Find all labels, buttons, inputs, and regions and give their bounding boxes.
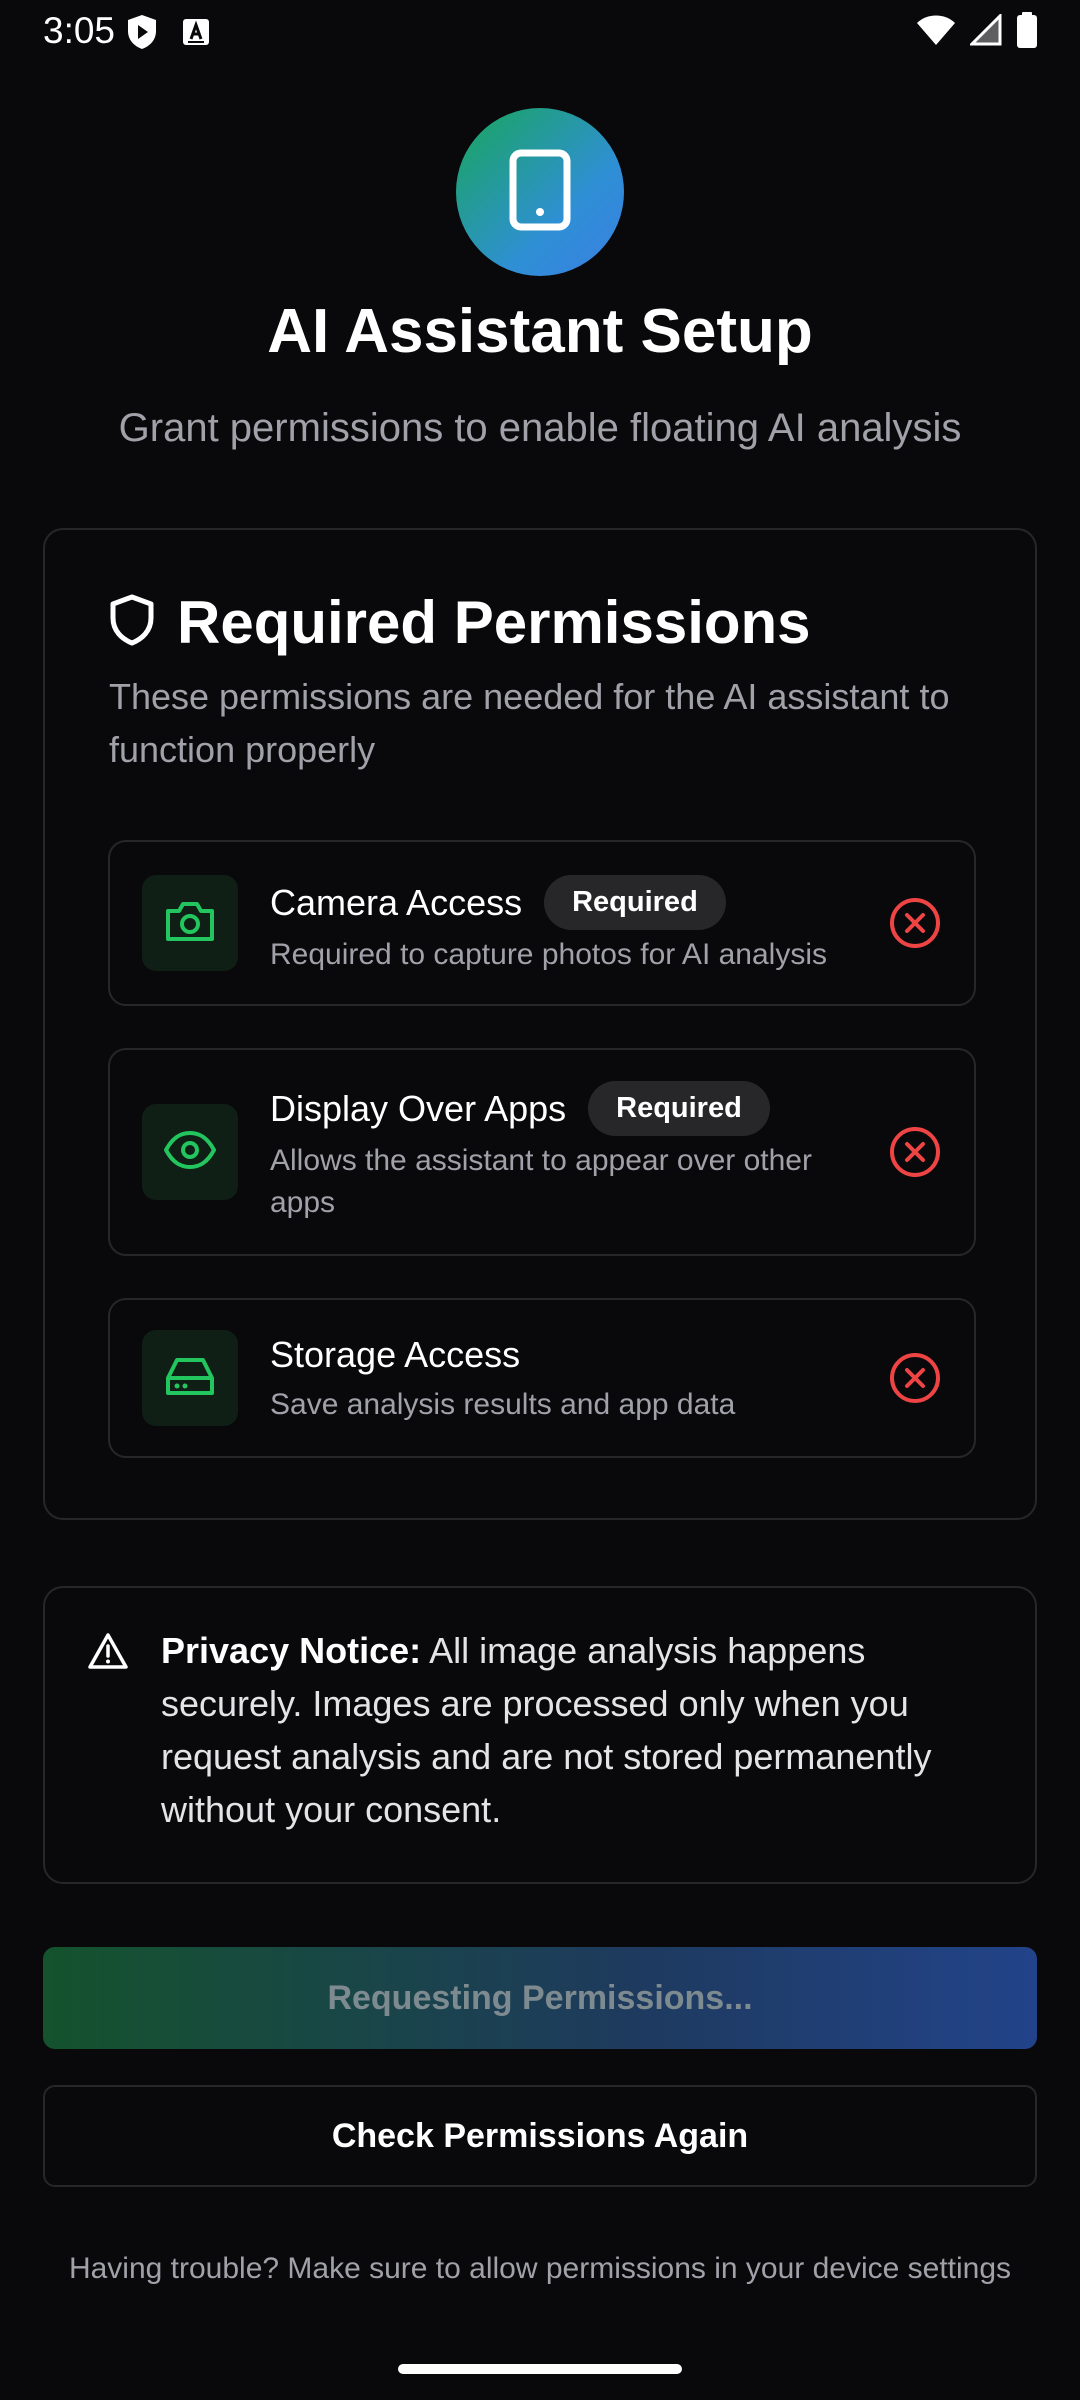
permission-icon-box	[142, 875, 238, 971]
camera-icon	[164, 899, 216, 948]
app-logo	[456, 108, 624, 276]
home-indicator[interactable]	[398, 2364, 682, 2374]
x-circle-icon	[888, 1351, 942, 1405]
required-badge: Required	[588, 1081, 770, 1136]
warning-triangle-icon	[87, 1632, 129, 1675]
x-circle-icon	[888, 1125, 942, 1179]
privacy-notice-label: Privacy Notice:	[161, 1630, 422, 1671]
privacy-notice-text: Privacy Notice: All image analysis happe…	[161, 1624, 981, 1836]
permissions-card-title: Required Permissions	[177, 589, 811, 656]
request-permissions-button[interactable]: Requesting Permissions...	[43, 1947, 1037, 2049]
page-title: AI Assistant Setup	[267, 297, 813, 366]
permission-title: Camera Access	[270, 881, 523, 923]
privacy-notice-card: Privacy Notice: All image analysis happe…	[43, 1586, 1037, 1884]
signal-icon	[968, 12, 1002, 51]
eye-icon	[163, 1130, 217, 1175]
keyboard-a-icon	[182, 18, 210, 51]
wifi-icon	[916, 14, 956, 51]
permissions-card-description: These permissions are needed for the AI …	[109, 676, 950, 770]
permission-description: Allows the assistant to appear over othe…	[270, 1144, 812, 1219]
permission-icon-box	[142, 1330, 238, 1426]
permission-title: Storage Access	[270, 1334, 521, 1375]
shield-play-icon	[126, 14, 158, 55]
permission-item-display-over-apps[interactable]: Display Over Apps Required Allows the as…	[108, 1048, 976, 1256]
shield-icon	[109, 594, 155, 651]
smartphone-icon	[508, 148, 572, 237]
help-text: Having trouble? Make sure to allow permi…	[68, 2252, 1012, 2285]
permission-description: Required to capture photos for AI analys…	[270, 938, 827, 971]
permissions-card-header: Required Permissions	[109, 588, 811, 657]
permission-item-camera[interactable]: Camera Access Required Required to captu…	[108, 840, 976, 1006]
x-circle-icon	[888, 896, 942, 950]
status-bar: 3:05	[0, 0, 1080, 66]
required-badge: Required	[544, 875, 726, 930]
check-permissions-again-button[interactable]: Check Permissions Again	[43, 2085, 1037, 2187]
permission-description: Save analysis results and app data	[270, 1388, 736, 1421]
status-time: 3:05	[43, 10, 116, 51]
permission-item-storage[interactable]: Storage Access Save analysis results and…	[108, 1298, 976, 1458]
hard-drive-icon	[164, 1354, 216, 1403]
permission-icon-box	[142, 1104, 238, 1200]
battery-icon	[1016, 12, 1038, 53]
permissions-card: Required Permissions These permissions a…	[43, 528, 1037, 1520]
page-subtitle: Grant permissions to enable floating AI …	[118, 406, 962, 450]
permission-title: Display Over Apps	[270, 1087, 567, 1129]
